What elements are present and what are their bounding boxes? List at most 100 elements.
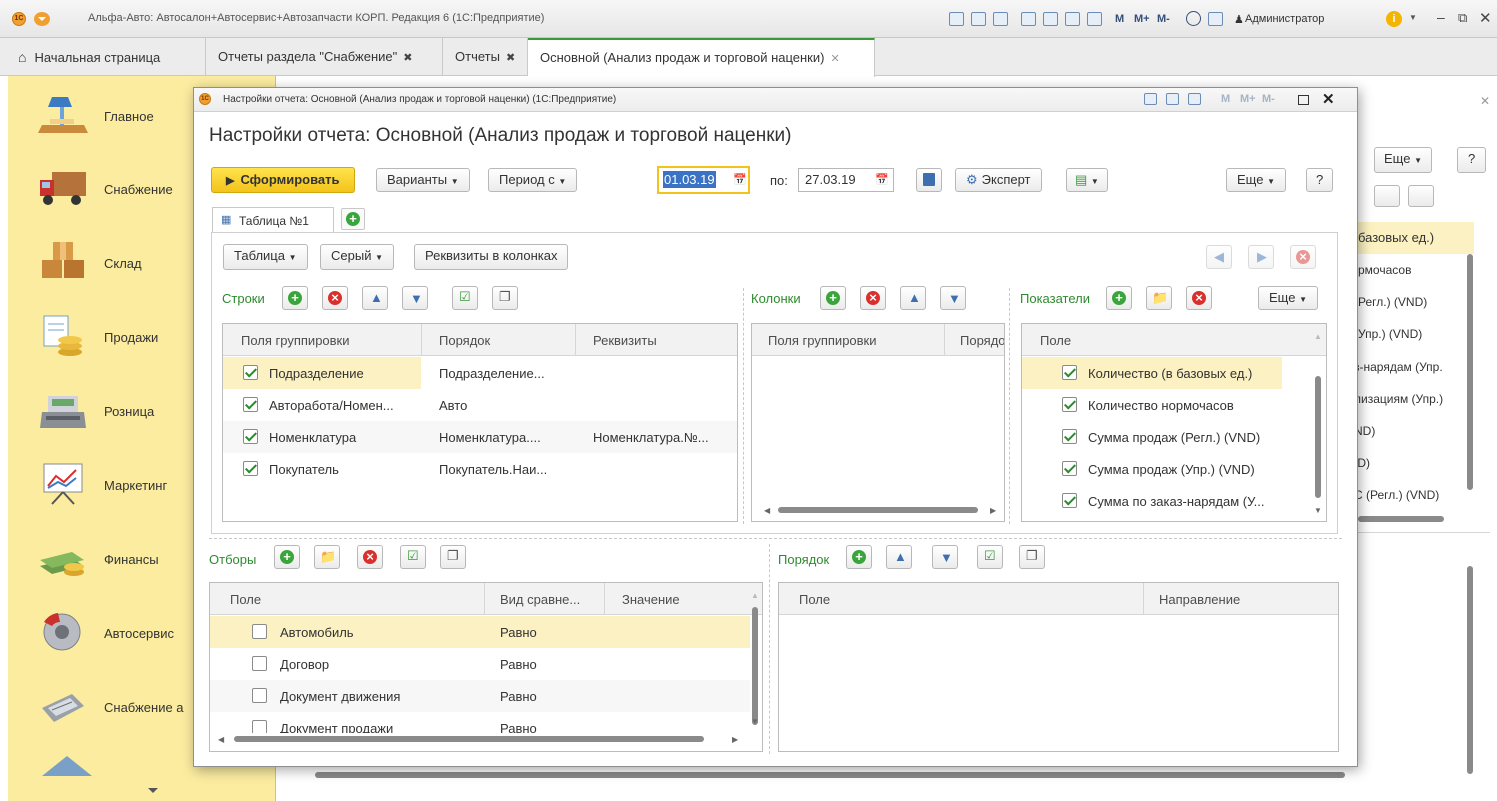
scrollbar-vertical[interactable]	[1315, 376, 1321, 498]
indicators-add-group-button[interactable]: 📁	[1146, 286, 1172, 310]
list-item[interactable]: базовых ед.)	[1358, 230, 1434, 245]
column-header[interactable]: Порядок	[439, 333, 490, 348]
panel-toggle-icon[interactable]	[1208, 12, 1223, 26]
order-uncheck-all-button[interactable]: ❐	[1019, 545, 1045, 569]
filters-delete-button[interactable]: ×	[357, 545, 383, 569]
add-table-button[interactable]: +	[341, 208, 365, 230]
filters-add-group-button[interactable]: 📁	[314, 545, 340, 569]
row-checkbox[interactable]	[1062, 365, 1077, 380]
memory-mminus-button[interactable]: M-	[1262, 93, 1275, 105]
scrollbar-vertical[interactable]	[752, 607, 758, 725]
columns-move-down-button[interactable]: ▼	[940, 286, 966, 310]
sidebar-scroll-down-icon[interactable]	[148, 788, 158, 793]
rows-add-button[interactable]: +	[282, 286, 308, 310]
close-tab-icon[interactable]: ✖	[506, 52, 515, 64]
rows-grid[interactable]: Поля группировки Порядок Реквизиты Подра…	[222, 323, 738, 522]
table-row[interactable]: Покупатель Покупатель.Наи...	[223, 453, 737, 485]
row-checkbox[interactable]	[243, 397, 258, 412]
scan-icon[interactable]	[1043, 12, 1058, 26]
calendar-icon[interactable]: 📅	[875, 169, 889, 191]
close-app-icon[interactable]: ✕	[1479, 9, 1492, 27]
tab-main-report[interactable]: Основной (Анализ продаж и торговой нацен…	[528, 38, 875, 77]
memory-m-button[interactable]: M	[1115, 13, 1124, 25]
scrollbar-vertical[interactable]	[1467, 254, 1473, 490]
sidebar-item-more-icon[interactable]	[42, 748, 92, 776]
columns-add-button[interactable]: +	[820, 286, 846, 310]
table-row[interactable]: Подразделение Подразделение...	[223, 357, 737, 389]
move-left-button[interactable]: ◀	[1206, 245, 1232, 269]
row-checkbox[interactable]	[1062, 493, 1077, 508]
scroll-up-icon[interactable]: ▲	[751, 591, 759, 600]
props-in-columns-button[interactable]: Реквизиты в колонках	[414, 244, 569, 270]
row-checkbox[interactable]	[243, 365, 258, 380]
indicators-grid[interactable]: Поле Количество (в базовых ед.) Количест…	[1021, 323, 1327, 522]
filters-uncheck-all-button[interactable]: ❐	[440, 545, 466, 569]
row-checkbox[interactable]	[1062, 429, 1077, 444]
1c-logo-icon[interactable]: 1C	[12, 12, 26, 26]
column-header[interactable]: Значение	[622, 592, 680, 607]
columns-move-up-button[interactable]: ▲	[900, 286, 926, 310]
expert-button[interactable]: ⚙ Эксперт	[955, 168, 1042, 192]
table-row[interactable]: Документ движения Равно	[210, 680, 750, 712]
table-row[interactable]: Сумма продаж (Упр.) (VND)	[1022, 453, 1326, 485]
calendar-icon[interactable]: 📅	[733, 168, 747, 192]
generate-button[interactable]: ▶ Сформировать	[211, 167, 355, 193]
info-icon[interactable]: i	[1386, 11, 1402, 27]
list-item[interactable]: (Упр.) (VND)	[1354, 327, 1422, 341]
scrollbar-horizontal[interactable]	[234, 736, 704, 742]
maximize-icon[interactable]	[1298, 95, 1309, 105]
column-header[interactable]: Поле	[230, 592, 261, 607]
row-checkbox[interactable]	[243, 461, 258, 476]
scroll-right-icon[interactable]: ▶	[732, 735, 738, 744]
columns-grid[interactable]: Поля группировки Порядо ◀ ▶	[751, 323, 1005, 522]
rows-delete-button[interactable]: ×	[322, 286, 348, 310]
filters-grid[interactable]: Поле Вид сравне... Значение Автомобиль Р…	[209, 582, 763, 752]
row-checkbox[interactable]	[252, 624, 267, 639]
print-icon[interactable]	[971, 12, 986, 26]
scroll-down-icon[interactable]: ▼	[751, 717, 759, 726]
scroll-right-icon[interactable]: ▶	[990, 506, 996, 515]
period-button[interactable]: Период с ▼	[488, 168, 578, 192]
close-dialog-icon[interactable]: ✕	[1322, 90, 1335, 108]
column-header[interactable]: Поля группировки	[241, 333, 350, 348]
memory-mminus-button[interactable]: M-	[1157, 13, 1170, 25]
attach-icon[interactable]	[1021, 12, 1036, 26]
calendar-icon[interactable]	[1188, 93, 1201, 105]
table-row[interactable]: Номенклатура Номенклатура.... Номенклату…	[223, 421, 737, 453]
list-item[interactable]: (Регл.) (VND)	[1354, 295, 1427, 309]
date-from-field[interactable]: 01.03.19 📅	[657, 166, 750, 194]
row-checkbox[interactable]	[252, 656, 267, 671]
scrollbar-horizontal[interactable]	[1358, 516, 1444, 522]
user-name[interactable]: Администратор	[1245, 13, 1324, 25]
calendar-icon[interactable]	[1087, 12, 1102, 26]
column-header[interactable]: Направление	[1159, 592, 1240, 607]
list-item[interactable]: рмочасов	[1358, 263, 1411, 277]
memory-m-button[interactable]: M	[1221, 93, 1230, 105]
export-button[interactable]: ▤ ▼	[1066, 168, 1108, 192]
bg-help-button[interactable]: ?	[1457, 147, 1487, 173]
column-header[interactable]: Поле	[799, 592, 830, 607]
table-row[interactable]: Количество (в базовых ед.)	[1022, 357, 1282, 389]
scrollbar-horizontal[interactable]	[778, 507, 978, 513]
zoom-icon[interactable]	[1186, 11, 1201, 26]
date-to-field[interactable]: 27.03.19 📅	[798, 168, 894, 192]
close-tab-icon[interactable]: ✖	[403, 52, 412, 64]
rows-move-down-button[interactable]: ▼	[402, 286, 428, 310]
main-horizontal-scrollbar[interactable]	[315, 772, 1345, 778]
tab-home[interactable]: ⌂ Начальная страница	[0, 38, 206, 76]
row-checkbox[interactable]	[1062, 461, 1077, 476]
column-header[interactable]: Реквизиты	[593, 333, 657, 348]
filters-add-button[interactable]: +	[274, 545, 300, 569]
table-row[interactable]: Сумма по заказ-нарядам (У...	[1022, 485, 1326, 517]
indicators-delete-button[interactable]: ×	[1186, 286, 1212, 310]
order-move-up-button[interactable]: ▲	[886, 545, 912, 569]
column-header[interactable]: Поле	[1040, 333, 1071, 348]
help-button[interactable]: ?	[1306, 168, 1334, 192]
memory-mplus-button[interactable]: M+	[1134, 13, 1150, 25]
calculator-icon[interactable]	[1065, 12, 1080, 26]
row-checkbox[interactable]	[252, 688, 267, 703]
save-icon[interactable]	[949, 12, 964, 26]
column-header[interactable]: Порядо	[960, 333, 1004, 348]
table-row[interactable]: Автомобиль Равно	[210, 616, 750, 648]
restore-icon[interactable]: ⧉	[1458, 10, 1467, 26]
